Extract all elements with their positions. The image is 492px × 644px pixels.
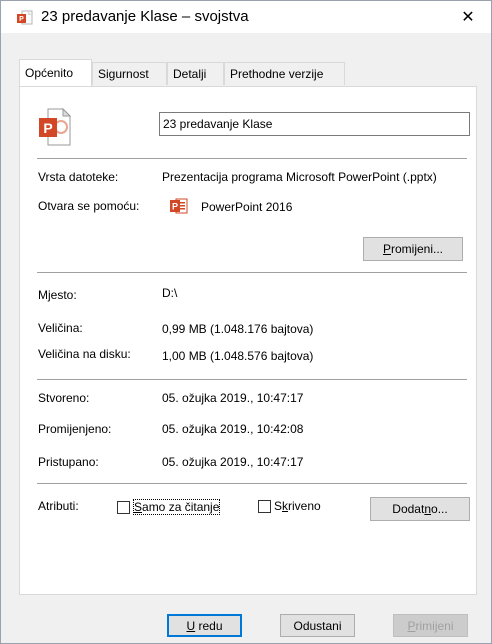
title-bar: P 23 predavanje Klase – svojstva ✕ [1,1,491,33]
tab-opcenito[interactable]: Općenito [19,59,92,86]
change-button[interactable]: Promijeni... [363,237,463,261]
file-name-input[interactable] [159,112,470,136]
accessed-value: 05. ožujka 2019., 10:47:17 [162,455,304,469]
tab-label: Općenito [25,66,74,80]
created-label: Stvoreno: [38,391,90,405]
location-label: Mjesto: [38,288,77,302]
advanced-accesskey: n [424,502,432,516]
modified-value: 05. ožujka 2019., 10:42:08 [162,422,304,436]
tab-sigurnost[interactable]: Sigurnost [92,62,167,85]
properties-window: P 23 predavanje Klase – svojstva ✕ Općen… [0,0,492,644]
ok-accesskey: U [186,618,196,633]
powerpoint-app-icon: P [170,198,188,214]
file-type-label: Vrsta datoteke: [38,170,119,184]
location-value: D:\ [162,286,178,300]
change-button-accesskey: P [382,242,391,256]
readonly-checkbox-label[interactable]: Samo za čitanje [132,499,221,515]
readonly-accesskey: S [134,500,143,514]
hidden-checkbox[interactable] [258,500,271,513]
cancel-button[interactable]: Odustani [280,614,355,637]
hidden-label-text: riveno [288,499,321,513]
close-icon: ✕ [461,9,475,26]
size-on-disk-label: Veličina na disku: [38,347,131,361]
apply-label: rimijeni [415,618,454,633]
apply-button[interactable]: Primijeni [393,614,468,637]
tab-label: Prethodne verzije [230,67,324,81]
tab-prethodne-verzije[interactable]: Prethodne verzije [224,62,345,85]
advanced-label-start: Dodat [392,502,425,516]
opens-with-label: Otvara se pomoću: [38,199,140,213]
tab-detalji[interactable]: Detalji [167,62,224,85]
ok-button[interactable]: U redu [167,614,242,637]
powerpoint-file-icon: P [17,10,33,26]
size-on-disk-value: 1,00 MB (1.048.576 bajtova) [162,349,314,363]
close-button[interactable]: ✕ [445,1,491,33]
advanced-button[interactable]: Dodat n o... [370,497,470,521]
modified-label: Promijenjeno: [38,422,112,436]
svg-text:P: P [43,120,52,136]
tab-label: Sigurnost [98,67,149,81]
attributes-label: Atributi: [38,499,79,513]
readonly-label-text: amo za čitanje [142,500,220,514]
cancel-label: Odustani [293,618,342,633]
size-label: Veličina: [38,321,83,335]
file-type-value: Prezentacija programa Microsoft PowerPoi… [162,170,437,184]
opens-with-value: PowerPoint 2016 [201,200,293,214]
separator [37,272,467,273]
readonly-checkbox[interactable] [117,501,130,514]
hidden-label-first: S [274,499,283,513]
advanced-label-end: o... [431,502,448,516]
general-panel: P Vrsta datoteke: Prezentacija programa … [19,86,477,595]
svg-text:P: P [172,202,178,212]
apply-accesskey: P [407,618,416,633]
separator [37,483,467,484]
created-value: 05. ožujka 2019., 10:47:17 [162,391,304,405]
svg-text:P: P [19,16,24,23]
size-value: 0,99 MB (1.048.176 bajtova) [162,322,314,336]
accessed-label: Pristupano: [38,455,99,469]
separator [37,379,467,380]
powerpoint-file-icon: P [39,107,72,146]
tab-label: Detalji [173,67,207,81]
window-title: 23 predavanje Klase – svojstva [41,8,249,25]
ok-label: redu [195,618,223,633]
separator [37,158,467,159]
change-button-label: romijeni... [391,242,444,256]
hidden-checkbox-label[interactable]: Skriveno [274,499,321,513]
